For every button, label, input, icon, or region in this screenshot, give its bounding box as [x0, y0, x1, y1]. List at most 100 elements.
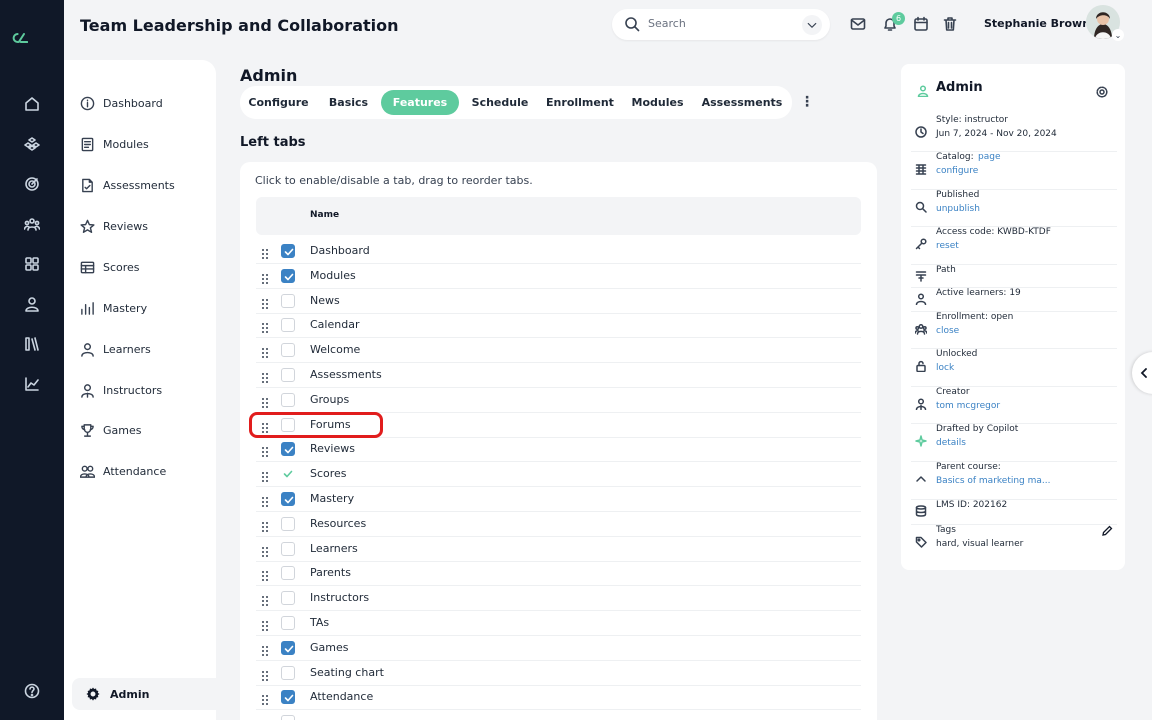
- table-row[interactable]: Groups: [256, 388, 861, 413]
- tab-enable-checkbox[interactable]: [281, 541, 295, 556]
- tab-schedule[interactable]: Schedule: [464, 90, 536, 115]
- info-action-link[interactable]: details: [936, 438, 966, 448]
- tab-enable-checkbox[interactable]: [281, 665, 295, 680]
- info-action-link[interactable]: reset: [936, 241, 959, 251]
- drag-handle-icon[interactable]: [261, 245, 269, 259]
- table-row[interactable]: Reviews: [256, 437, 861, 463]
- table-row[interactable]: Modules: [256, 264, 861, 289]
- table-row[interactable]: Learners: [256, 537, 861, 562]
- collapse-panel-button[interactable]: [1132, 352, 1152, 394]
- table-row[interactable]: Parents: [256, 561, 861, 587]
- library-icon[interactable]: [22, 334, 42, 354]
- tab-enrollment[interactable]: Enrollment: [541, 90, 619, 115]
- table-row[interactable]: Instructors: [256, 586, 861, 612]
- info-action-link[interactable]: tom mcgregor: [936, 401, 1000, 411]
- drag-handle-icon[interactable]: [261, 518, 269, 532]
- search-box[interactable]: Search: [612, 9, 830, 40]
- target-icon[interactable]: [22, 174, 42, 194]
- sidebar-item-reviews[interactable]: Reviews: [80, 216, 148, 236]
- drag-handle-icon[interactable]: [261, 493, 269, 507]
- chevron-up-icon[interactable]: [915, 470, 927, 482]
- drag-handle-icon[interactable]: [261, 667, 269, 681]
- calendar-icon[interactable]: [913, 16, 929, 32]
- info-action-link[interactable]: unpublish: [936, 204, 980, 214]
- table-row[interactable]: Games: [256, 636, 861, 661]
- settings-icon[interactable]: [1096, 83, 1108, 98]
- info-action-link[interactable]: lock: [936, 363, 954, 373]
- more-tabs-button[interactable]: ⋮: [800, 93, 814, 111]
- sidebar-item-attendance[interactable]: Attendance: [80, 461, 166, 481]
- tab-enable-checkbox[interactable]: [281, 566, 295, 581]
- modules-icon[interactable]: [22, 134, 42, 154]
- tab-enable-checkbox[interactable]: [281, 392, 295, 407]
- info-action-link[interactable]: configure: [936, 166, 978, 176]
- sidebar-item-admin[interactable]: Admin: [72, 678, 216, 710]
- tab-enable-checkbox[interactable]: [281, 467, 295, 481]
- table-row[interactable]: Attendance: [256, 685, 861, 711]
- drag-handle-icon[interactable]: [261, 691, 269, 706]
- tab-enable-checkbox[interactable]: [281, 343, 295, 358]
- drag-handle-icon[interactable]: [261, 716, 269, 720]
- tab-enable-checkbox[interactable]: [281, 293, 295, 308]
- drag-handle-icon[interactable]: [261, 319, 269, 334]
- table-row[interactable]: Dashboard: [256, 239, 861, 264]
- info-action-link[interactable]: Basics of marketing ma...: [936, 476, 1051, 486]
- drag-handle-icon[interactable]: [261, 295, 269, 309]
- sidebar-item-assessments[interactable]: Assessments: [80, 175, 175, 195]
- table-row[interactable]: Seating chart: [256, 661, 861, 686]
- help-icon[interactable]: [22, 681, 42, 701]
- tab-enable-checkbox[interactable]: [281, 368, 295, 382]
- sidebar-item-dashboard[interactable]: Dashboard: [80, 93, 163, 113]
- edit-pencil-icon[interactable]: [1101, 522, 1113, 536]
- table-row[interactable]: [256, 710, 861, 720]
- sidebar-item-scores[interactable]: Scores: [80, 257, 140, 277]
- home-icon[interactable]: [22, 94, 42, 114]
- mail-icon[interactable]: [850, 16, 866, 32]
- drag-handle-icon[interactable]: [261, 567, 269, 582]
- tab-enable-checkbox[interactable]: [281, 715, 295, 720]
- search-placeholder[interactable]: Search: [648, 17, 686, 30]
- sidebar-item-games[interactable]: Games: [80, 420, 141, 440]
- table-row[interactable]: TAs: [256, 611, 861, 636]
- tab-modules[interactable]: Modules: [625, 90, 690, 115]
- tab-enable-checkbox[interactable]: [281, 244, 295, 258]
- drag-handle-icon[interactable]: [261, 642, 269, 656]
- grid-icon[interactable]: [22, 254, 42, 274]
- drag-handle-icon[interactable]: [261, 344, 269, 359]
- tab-enable-checkbox[interactable]: [281, 492, 295, 506]
- chevron-down-icon[interactable]: [802, 15, 822, 35]
- tab-enable-checkbox[interactable]: [281, 268, 295, 283]
- catalog-page-link[interactable]: page: [978, 152, 1000, 162]
- chart-icon[interactable]: [22, 374, 42, 394]
- tab-enable-checkbox[interactable]: [281, 616, 295, 630]
- drag-handle-icon[interactable]: [261, 592, 269, 607]
- tab-assessments[interactable]: Assessments: [695, 90, 789, 115]
- people-icon[interactable]: [22, 214, 42, 234]
- table-row[interactable]: News: [256, 289, 861, 314]
- tab-enable-checkbox[interactable]: [281, 516, 295, 531]
- table-row[interactable]: Scores: [256, 462, 861, 488]
- drag-handle-icon[interactable]: [261, 443, 269, 458]
- user-name[interactable]: Stephanie Brown: [984, 17, 1090, 30]
- sidebar-item-modules[interactable]: Modules: [80, 134, 149, 154]
- tab-enable-checkbox[interactable]: [281, 690, 295, 705]
- table-row[interactable]: Mastery: [256, 487, 861, 512]
- brand-logo[interactable]: [12, 30, 52, 62]
- trash-icon[interactable]: [942, 16, 958, 32]
- sidebar-item-mastery[interactable]: Mastery: [80, 298, 147, 318]
- tab-basics[interactable]: Basics: [320, 90, 377, 115]
- drag-handle-icon[interactable]: [261, 468, 269, 483]
- tab-features[interactable]: Features: [381, 90, 459, 115]
- drag-handle-icon[interactable]: [261, 543, 269, 557]
- tab-enable-checkbox[interactable]: [281, 442, 295, 457]
- drag-handle-icon[interactable]: [261, 617, 269, 631]
- table-row[interactable]: Assessments: [256, 363, 861, 388]
- table-row[interactable]: Welcome: [256, 338, 861, 364]
- drag-handle-icon[interactable]: [261, 270, 269, 284]
- drag-handle-icon[interactable]: [261, 369, 269, 383]
- table-row[interactable]: Resources: [256, 512, 861, 537]
- drag-handle-icon[interactable]: [261, 394, 269, 408]
- table-row[interactable]: Calendar: [256, 313, 861, 339]
- sidebar-item-instructors[interactable]: Instructors: [80, 380, 162, 400]
- tab-enable-checkbox[interactable]: [281, 591, 295, 606]
